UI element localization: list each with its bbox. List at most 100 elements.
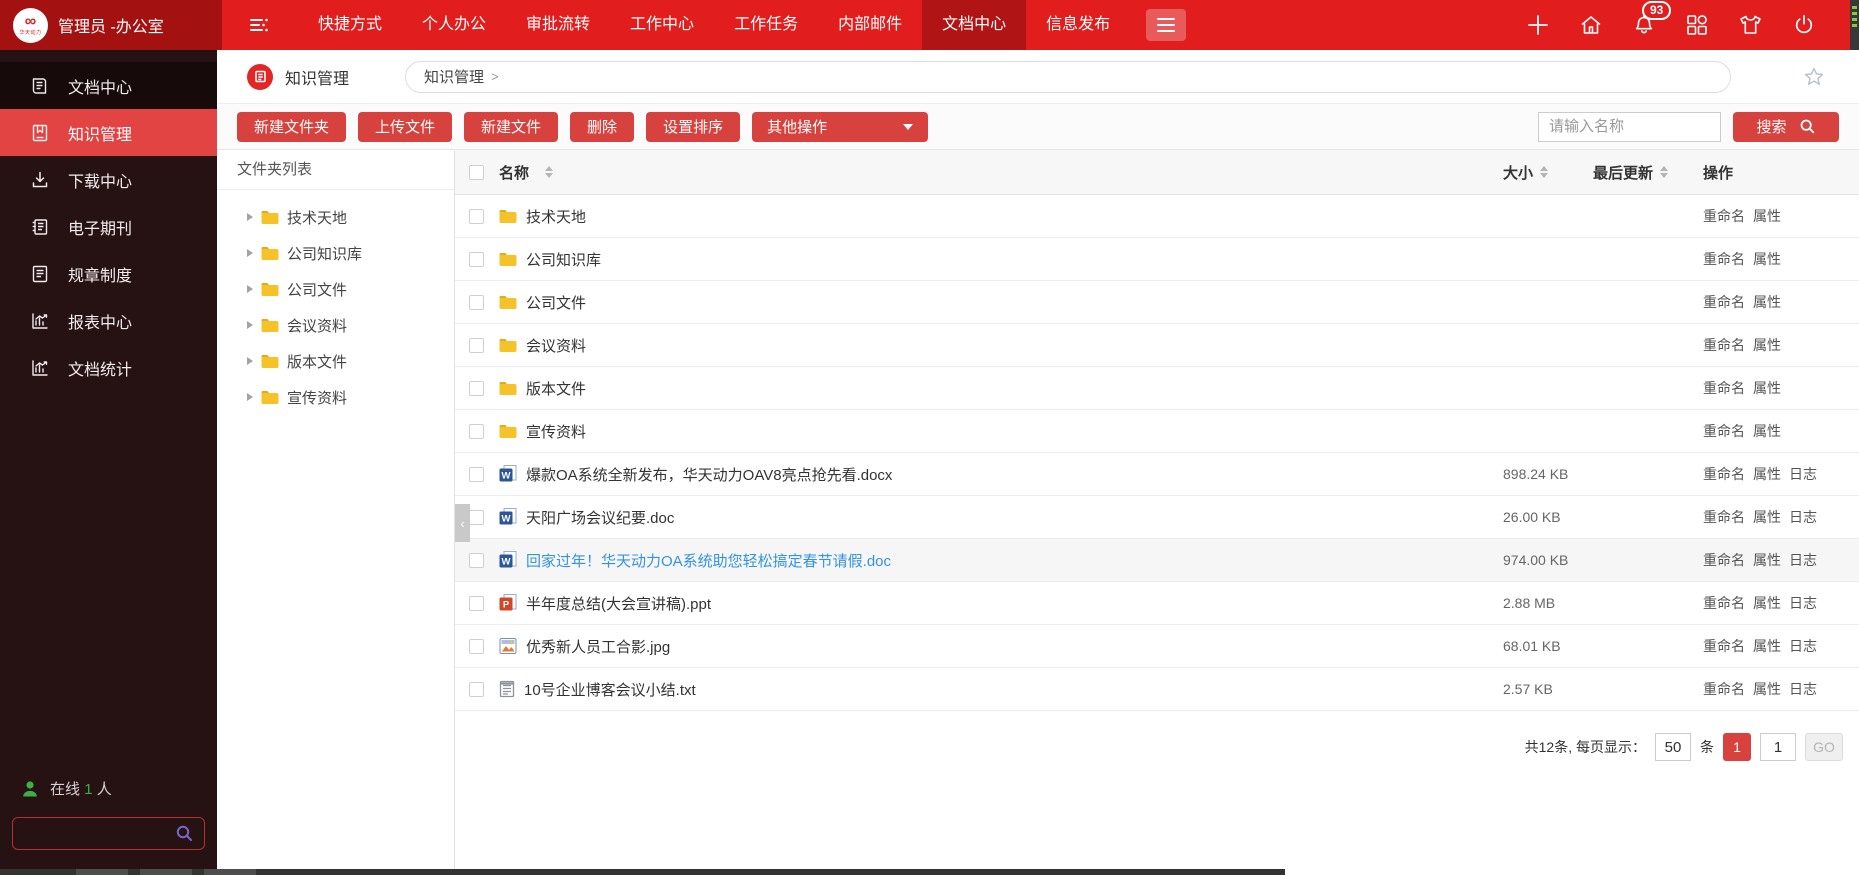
folder-row-name[interactable]: 版本文件 [526, 378, 586, 399]
sidebar-search-icon[interactable] [175, 824, 194, 843]
row-checkbox[interactable] [469, 509, 484, 525]
properties-link[interactable]: 属性 [1753, 636, 1781, 656]
go-button[interactable]: GO [1805, 733, 1843, 761]
file-row-name[interactable]: 天阳广场会议纪要.doc [526, 507, 674, 528]
row-checkbox[interactable] [469, 208, 484, 224]
folder-row-name[interactable]: 技术天地 [526, 206, 586, 227]
column-header-updated[interactable]: 最后更新 [1593, 162, 1653, 183]
rename-link[interactable]: 重命名 [1703, 679, 1745, 699]
name-search-input[interactable] [1538, 111, 1721, 142]
sort-size-icon[interactable] [1540, 166, 1549, 178]
nav-item-8[interactable]: 信息发布 [1026, 0, 1130, 50]
search-button[interactable]: 搜索 [1733, 111, 1839, 142]
rename-link[interactable]: 重命名 [1703, 378, 1745, 398]
rename-link[interactable]: 重命名 [1703, 292, 1745, 312]
add-icon[interactable] [1525, 12, 1551, 38]
folder-tree-item[interactable]: 技术天地 [217, 199, 454, 235]
set-order-button[interactable]: 设置排序 [646, 111, 741, 142]
file-row-name[interactable]: 回家过年！华天动力OA系统助您轻松搞定春节请假.doc [526, 550, 891, 571]
caret-right-icon[interactable] [247, 321, 253, 329]
properties-link[interactable]: 属性 [1753, 464, 1781, 484]
nav-item-3[interactable]: 审批流转 [506, 0, 610, 50]
delete-button[interactable]: 删除 [570, 111, 635, 142]
rename-link[interactable]: 重命名 [1703, 550, 1745, 570]
sidebar-search-input[interactable] [23, 825, 175, 842]
row-checkbox[interactable] [469, 466, 484, 482]
log-link[interactable]: 日志 [1789, 464, 1817, 484]
rename-link[interactable]: 重命名 [1703, 335, 1745, 355]
properties-link[interactable]: 属性 [1753, 550, 1781, 570]
nav-item-5[interactable]: 工作任务 [714, 0, 818, 50]
upload-file-button[interactable]: 上传文件 [358, 111, 453, 142]
properties-link[interactable]: 属性 [1753, 421, 1781, 441]
log-link[interactable]: 日志 [1789, 636, 1817, 656]
select-all-checkbox[interactable] [469, 164, 484, 180]
notifications-bell-icon[interactable]: 93 [1631, 1, 1672, 38]
more-actions-dropdown[interactable]: 其他操作 [752, 111, 929, 142]
sidebar-item-5[interactable]: 规章制度 [0, 250, 217, 297]
column-header-name[interactable]: 名称 [499, 162, 529, 183]
sidebar-item-6[interactable]: 报表中心 [0, 297, 217, 344]
folder-row-name[interactable]: 宣传资料 [526, 421, 586, 442]
properties-link[interactable]: 属性 [1753, 206, 1781, 226]
goto-page-input[interactable] [1760, 733, 1796, 761]
sort-updated-icon[interactable] [1660, 166, 1669, 178]
favorite-star-icon[interactable] [1803, 66, 1825, 88]
log-link[interactable]: 日志 [1789, 550, 1817, 570]
file-row-name[interactable]: 半年度总结(大会宣讲稿).ppt [526, 593, 711, 614]
folder-row-name[interactable]: 公司知识库 [526, 249, 601, 270]
caret-right-icon[interactable] [247, 393, 253, 401]
sidebar-item-1[interactable]: 文档中心 [0, 62, 217, 109]
logout-power-icon[interactable] [1791, 12, 1817, 38]
nav-more-menu-icon[interactable] [1146, 9, 1187, 41]
breadcrumb[interactable]: 知识管理 > [405, 60, 1732, 93]
folder-tree-item[interactable]: 版本文件 [217, 343, 454, 379]
file-row-name[interactable]: 优秀新人员工合影.jpg [526, 636, 670, 657]
sidebar-item-7[interactable]: 文档统计 [0, 344, 217, 391]
properties-link[interactable]: 属性 [1753, 507, 1781, 527]
log-link[interactable]: 日志 [1789, 507, 1817, 527]
rename-link[interactable]: 重命名 [1703, 206, 1745, 226]
nav-item-6[interactable]: 内部邮件 [818, 0, 922, 50]
folder-tree-item[interactable]: 公司知识库 [217, 235, 454, 271]
new-folder-button[interactable]: 新建文件夹 [237, 111, 347, 142]
caret-right-icon[interactable] [247, 213, 253, 221]
page-scrollbar[interactable] [1850, 0, 1859, 50]
sort-name-icon[interactable] [545, 166, 554, 178]
row-checkbox[interactable] [469, 251, 484, 267]
file-row-name[interactable]: 爆款OA系统全新发布，华天动力OAV8亮点抢先看.docx [526, 464, 892, 485]
rename-link[interactable]: 重命名 [1703, 249, 1745, 269]
rename-link[interactable]: 重命名 [1703, 593, 1745, 613]
nav-item-1[interactable]: 快捷方式 [298, 0, 402, 50]
rename-link[interactable]: 重命名 [1703, 421, 1745, 441]
home-icon[interactable] [1578, 12, 1604, 38]
folder-row-name[interactable]: 公司文件 [526, 292, 586, 313]
file-row-name[interactable]: 10号企业博客会议小结.txt [524, 679, 696, 700]
brand-area[interactable]: ∞ 华天动力 管理员 -办公室 [0, 0, 222, 50]
sidebar-item-3[interactable]: 下载中心 [0, 156, 217, 203]
properties-link[interactable]: 属性 [1753, 335, 1781, 355]
properties-link[interactable]: 属性 [1753, 249, 1781, 269]
row-checkbox[interactable] [469, 638, 484, 654]
breadcrumb-item[interactable]: 知识管理 [424, 66, 484, 87]
properties-link[interactable]: 属性 [1753, 679, 1781, 699]
folder-tree-item[interactable]: 公司文件 [217, 271, 454, 307]
folder-row-name[interactable]: 会议资料 [526, 335, 586, 356]
column-header-size[interactable]: 大小 [1503, 162, 1533, 183]
caret-right-icon[interactable] [247, 285, 253, 293]
caret-right-icon[interactable] [247, 357, 253, 365]
apps-grid-icon[interactable] [1684, 12, 1710, 38]
menu-collapse-icon[interactable] [246, 12, 272, 38]
properties-link[interactable]: 属性 [1753, 378, 1781, 398]
row-checkbox[interactable] [469, 552, 484, 568]
rename-link[interactable]: 重命名 [1703, 636, 1745, 656]
folder-tree-item[interactable]: 宣传资料 [217, 379, 454, 415]
folder-tree-item[interactable]: 会议资料 [217, 307, 454, 343]
log-link[interactable]: 日志 [1789, 593, 1817, 613]
nav-item-4[interactable]: 工作中心 [610, 0, 714, 50]
rename-link[interactable]: 重命名 [1703, 464, 1745, 484]
nav-item-7[interactable]: 文档中心 [922, 0, 1027, 50]
row-checkbox[interactable] [469, 595, 484, 611]
page-size-input[interactable] [1655, 733, 1691, 761]
sidebar-item-2[interactable]: 知识管理 [0, 109, 217, 156]
